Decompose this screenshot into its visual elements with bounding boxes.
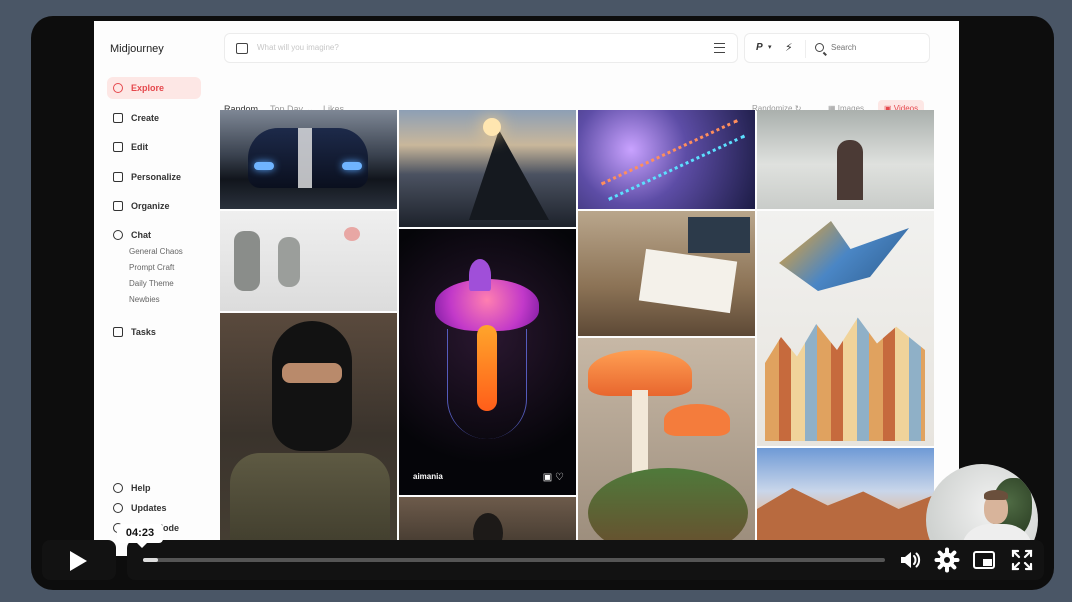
app-logo: Midjourney xyxy=(110,43,164,55)
palette-icon xyxy=(113,172,123,182)
picture-in-picture-icon[interactable] xyxy=(971,547,997,573)
nav-help[interactable]: Help xyxy=(107,477,201,499)
gallery-tile-drawing[interactable] xyxy=(578,211,755,336)
dragon-shape xyxy=(779,221,909,291)
bolt-icon[interactable]: ⚡︎ xyxy=(785,41,793,54)
car-stripe xyxy=(298,128,312,188)
nav-organize[interactable]: Organize xyxy=(107,195,201,217)
nav-tasks[interactable]: Tasks xyxy=(107,321,201,343)
headlight-right xyxy=(342,162,362,170)
gallery-tile-samurai[interactable] xyxy=(757,110,934,209)
video-player[interactable]: Midjourney Explore Create Edit Personali… xyxy=(31,16,1054,590)
play-button[interactable] xyxy=(42,540,116,580)
gallery-tile-mushrooms[interactable] xyxy=(578,338,755,556)
nav-explore-label: Explore xyxy=(131,83,165,93)
soldier-figure xyxy=(234,231,260,291)
search-icon xyxy=(815,43,824,52)
prompt-bar[interactable]: What will you imagine? xyxy=(224,33,738,63)
chat-channel-daily-theme[interactable]: Daily Theme xyxy=(129,279,174,288)
control-bar: P ▾ ⚡︎ xyxy=(744,33,930,63)
video-controls xyxy=(31,538,1054,582)
sun-glow xyxy=(483,118,501,136)
mushroom-cap xyxy=(664,404,730,436)
nav-updates-label: Updates xyxy=(131,503,167,513)
headlight-left xyxy=(254,162,274,170)
balaclava xyxy=(272,321,352,451)
play-icon xyxy=(70,551,87,571)
presenter-hair xyxy=(984,490,1008,500)
gallery-tile-jellyfish[interactable]: aimania ▣ ♡ xyxy=(399,229,576,495)
bell-icon xyxy=(113,503,123,513)
nav-explore[interactable]: Explore xyxy=(107,77,201,99)
gallery-tile-mountain[interactable] xyxy=(399,110,576,227)
recorded-screen: Midjourney Explore Create Edit Personali… xyxy=(94,21,959,556)
image-icon xyxy=(113,201,123,211)
personalize-toggle[interactable]: P xyxy=(756,42,763,53)
face-eyes xyxy=(282,363,342,383)
jellyfish-top xyxy=(469,259,491,291)
nav-chat[interactable]: Chat xyxy=(107,224,201,246)
laptop-screen xyxy=(688,217,750,253)
settings-icon[interactable] xyxy=(934,547,960,573)
gallery-tile-dna[interactable] xyxy=(578,110,755,209)
mountain-peak xyxy=(469,130,549,220)
nav-chat-label: Chat xyxy=(131,230,151,240)
dna-strand xyxy=(600,119,746,201)
paper-city xyxy=(765,317,925,441)
gallery-tile-car[interactable] xyxy=(220,110,397,209)
compass-icon xyxy=(113,83,123,93)
volume-icon[interactable] xyxy=(897,547,923,573)
nav-organize-label: Organize xyxy=(131,201,170,211)
soldier-figure xyxy=(278,237,300,287)
nav-tasks-label: Tasks xyxy=(131,327,156,337)
heart-icon[interactable]: ♡ xyxy=(555,472,564,483)
brush-icon xyxy=(113,113,123,123)
thumbs-up-icon xyxy=(113,327,123,337)
time-tooltip: 04:23 xyxy=(117,524,163,548)
tile-caption[interactable]: aimania xyxy=(413,472,443,481)
tile-actions: ▣ ♡ xyxy=(543,472,564,483)
save-icon[interactable]: ▣ xyxy=(543,472,552,483)
add-image-icon[interactable] xyxy=(236,43,248,54)
help-icon xyxy=(113,483,123,493)
nav-edit[interactable]: Edit xyxy=(107,136,201,158)
chevron-down-icon[interactable]: ▾ xyxy=(768,43,772,51)
nav-create[interactable]: Create xyxy=(107,107,201,129)
nav-personalize[interactable]: Personalize xyxy=(107,166,201,188)
jellyfish-tentacles xyxy=(447,329,527,439)
nav-personalize-label: Personalize xyxy=(131,172,182,182)
divider xyxy=(805,40,806,58)
gallery-tile-masked[interactable] xyxy=(220,313,397,556)
red-flower xyxy=(344,227,360,241)
chat-channel-general-chaos[interactable]: General Chaos xyxy=(129,247,183,256)
edit-icon xyxy=(113,142,123,152)
gallery-tile-sketch[interactable] xyxy=(220,211,397,311)
progress-fill xyxy=(143,558,158,562)
progress-track[interactable] xyxy=(143,558,885,562)
settings-sliders-icon[interactable] xyxy=(714,43,725,53)
nav-help-label: Help xyxy=(131,483,151,493)
chat-icon xyxy=(113,230,123,240)
search-input[interactable] xyxy=(831,43,921,52)
nav-create-label: Create xyxy=(131,113,160,123)
chat-channel-newbies[interactable]: Newbies xyxy=(129,295,160,304)
chat-channel-prompt-craft[interactable]: Prompt Craft xyxy=(129,263,174,272)
gallery-tile-dragon[interactable] xyxy=(757,211,934,446)
nav-edit-label: Edit xyxy=(131,142,148,152)
nav-updates[interactable]: Updates xyxy=(107,497,201,519)
fullscreen-icon[interactable] xyxy=(1009,547,1035,573)
prompt-input[interactable]: What will you imagine? xyxy=(257,43,339,52)
paper-sheet xyxy=(638,248,738,314)
samurai-figure xyxy=(837,140,863,200)
